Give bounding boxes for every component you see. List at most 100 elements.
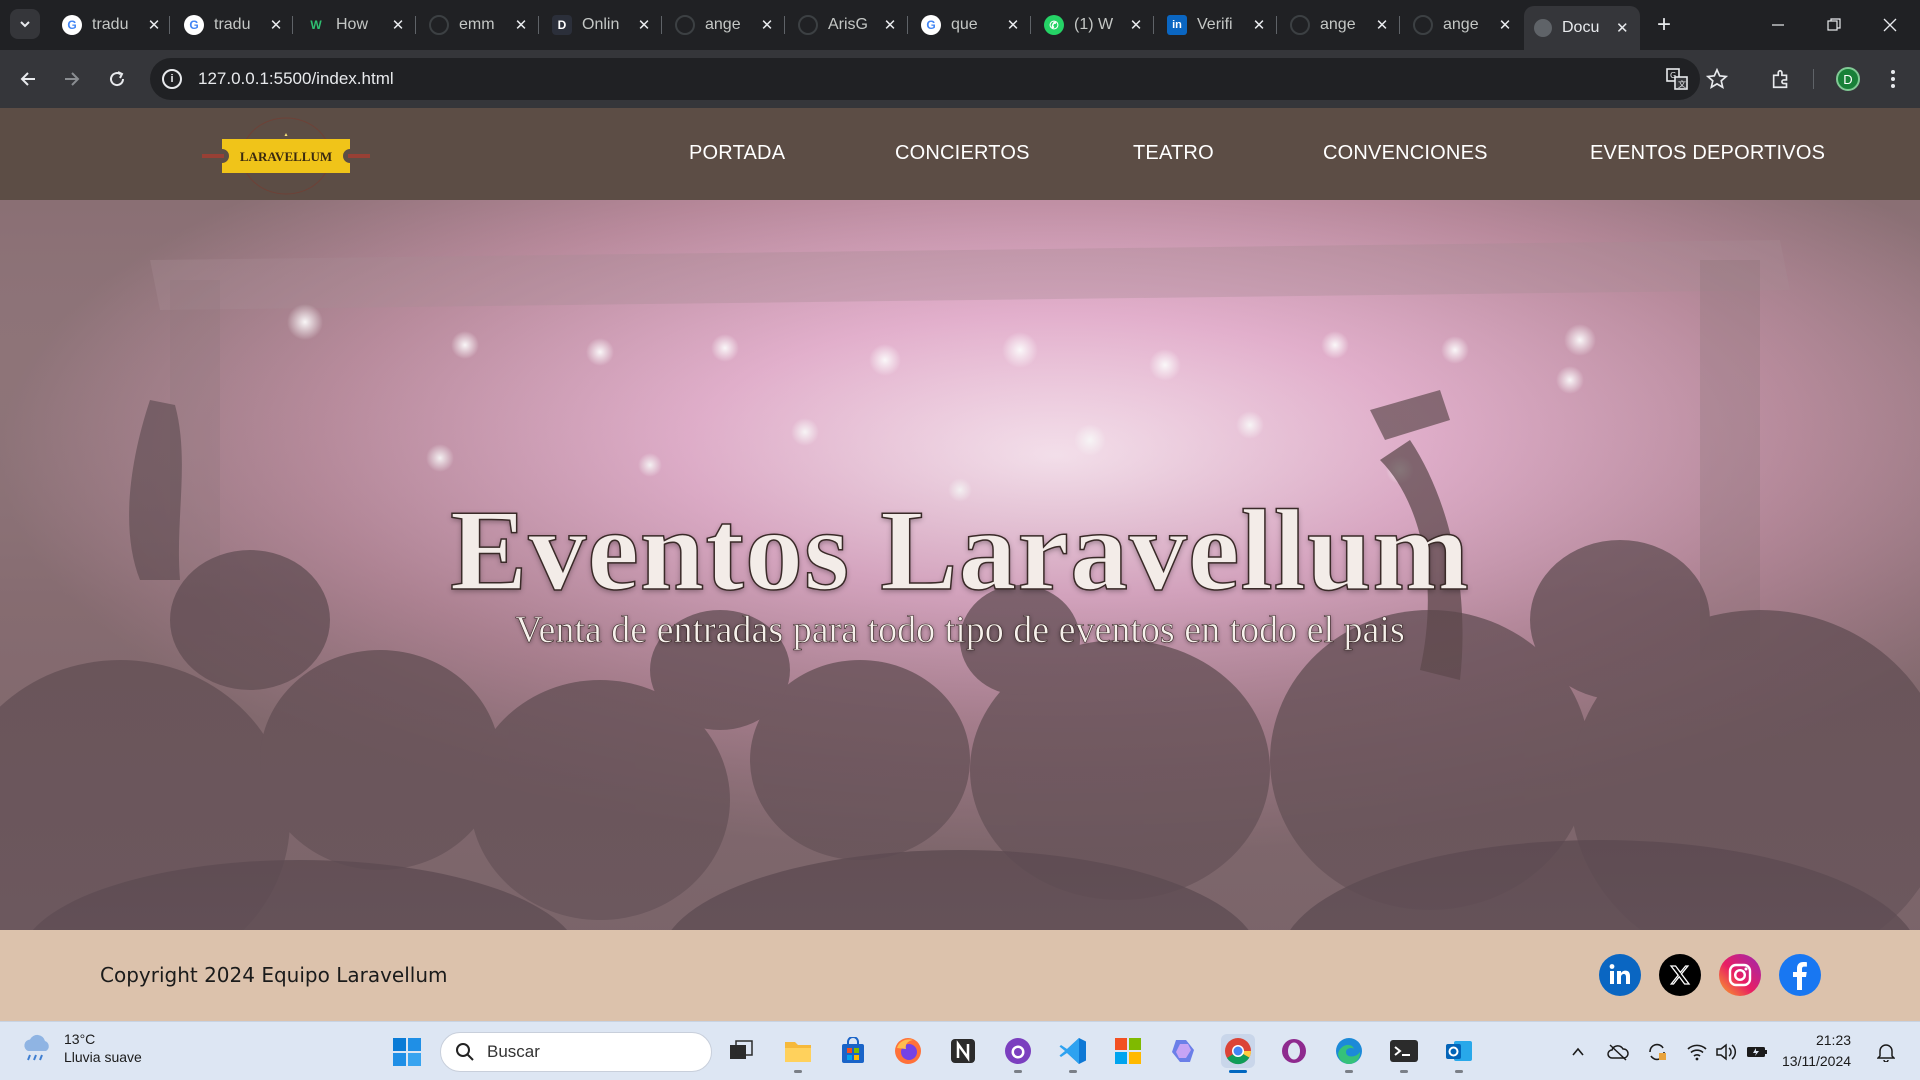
instagram-icon[interactable] xyxy=(1719,954,1761,996)
nav-link-eventos-deportivos[interactable]: EVENTOS DEPORTIVOS xyxy=(1590,142,1825,165)
notification-bell-icon[interactable] xyxy=(1874,1040,1898,1064)
close-icon[interactable]: ✕ xyxy=(390,17,406,34)
clock-time: 21:23 xyxy=(1815,1032,1852,1048)
back-button[interactable] xyxy=(10,61,46,97)
microsoft-store-icon[interactable] xyxy=(836,1034,870,1068)
firefox-icon[interactable] xyxy=(891,1034,925,1068)
edge-icon[interactable] xyxy=(1332,1034,1366,1073)
rain-cloud-icon xyxy=(24,1034,49,1061)
vscode-icon[interactable] xyxy=(1056,1034,1090,1073)
tab-title: ange xyxy=(1320,16,1356,33)
outlook-icon[interactable] xyxy=(1442,1034,1476,1073)
browser-tab[interactable]: emm ✕ xyxy=(419,6,539,44)
arrow-right-icon xyxy=(65,72,80,86)
browser-tab[interactable]: ✆ (1) W ✕ xyxy=(1034,6,1154,44)
browser-tab[interactable]: G tradu ✕ xyxy=(174,6,294,44)
linkedin-icon[interactable] xyxy=(1599,954,1641,996)
tab-search-button[interactable] xyxy=(10,9,40,39)
site-logo[interactable]: LARAVELLUM xyxy=(200,116,372,196)
browser-tab[interactable]: G que ✕ xyxy=(911,6,1031,44)
copyright-text: Copyright 2024 Equipo Laravellum xyxy=(100,963,448,987)
whatsapp-icon: ✆ xyxy=(1044,15,1064,35)
terminal-icon[interactable] xyxy=(1387,1034,1421,1073)
nav-link-portada[interactable]: PORTADA xyxy=(689,142,785,165)
github-desktop-icon[interactable] xyxy=(1001,1034,1035,1073)
close-icon[interactable]: ✕ xyxy=(636,17,652,34)
browser-tab[interactable]: ange ✕ xyxy=(1403,6,1523,44)
close-icon[interactable]: ✕ xyxy=(1374,17,1390,34)
browser-tab[interactable]: G tradu ✕ xyxy=(52,6,172,44)
search-icon xyxy=(456,1043,474,1061)
copilot-icon[interactable] xyxy=(1166,1034,1200,1068)
browser-toolbar: i 127.0.0.1:5500/index.html G文 D xyxy=(0,50,1920,108)
close-icon[interactable]: ✕ xyxy=(1497,17,1513,34)
github-icon xyxy=(798,15,818,35)
minimize-button[interactable] xyxy=(1750,0,1806,50)
github-icon xyxy=(1290,15,1310,35)
close-icon[interactable]: ✕ xyxy=(1251,17,1267,34)
reload-button[interactable] xyxy=(99,61,135,97)
close-icon[interactable]: ✕ xyxy=(513,17,529,34)
running-indicator xyxy=(1400,1070,1408,1073)
opera-icon[interactable] xyxy=(1277,1034,1311,1068)
close-window-button[interactable] xyxy=(1862,0,1918,50)
tab-title: tradu xyxy=(214,16,251,33)
google-g-icon: G xyxy=(62,15,82,35)
close-icon[interactable]: ✕ xyxy=(882,17,898,34)
nav-link-teatro[interactable]: TEATRO xyxy=(1133,142,1214,165)
system-clock[interactable]: 21:23 13/11/2024 xyxy=(1782,1030,1851,1072)
chevron-up-icon[interactable] xyxy=(1566,1040,1590,1064)
battery-charging-icon[interactable] xyxy=(1745,1040,1769,1064)
bookmark-star-icon[interactable] xyxy=(1703,65,1731,93)
restore-button[interactable] xyxy=(1806,0,1862,50)
browser-tab[interactable]: ange ✕ xyxy=(1280,6,1400,44)
nav-link-conciertos[interactable]: CONCIERTOS xyxy=(895,142,1030,165)
forward-button[interactable] xyxy=(54,61,90,97)
close-icon[interactable]: ✕ xyxy=(1005,17,1021,34)
sync-icon[interactable] xyxy=(1645,1040,1669,1064)
browser-tab-active[interactable]: Docu ✕ xyxy=(1524,6,1640,50)
file-explorer-icon[interactable] xyxy=(781,1034,815,1073)
translate-icon[interactable]: G文 xyxy=(1663,65,1691,93)
logo-text: LARAVELLUM xyxy=(240,149,332,164)
task-view-icon[interactable] xyxy=(724,1034,758,1068)
volume-icon[interactable] xyxy=(1714,1040,1738,1064)
weather-widget[interactable]: 13°C Lluvia suave xyxy=(20,1030,142,1066)
tab-separator xyxy=(661,16,662,34)
browser-tab[interactable]: D Onlin ✕ xyxy=(542,6,662,44)
taskbar-search[interactable]: Buscar xyxy=(440,1032,712,1072)
close-icon[interactable]: ✕ xyxy=(1615,20,1630,37)
nav-link-convenciones[interactable]: CONVENCIONES xyxy=(1323,142,1488,165)
wifi-icon[interactable] xyxy=(1685,1040,1709,1064)
notion-icon[interactable] xyxy=(946,1034,980,1068)
tab-title: Docu xyxy=(1562,19,1600,36)
extensions-icon[interactable] xyxy=(1767,65,1795,93)
browser-tab[interactable]: in Verifi ✕ xyxy=(1157,6,1277,44)
profile-avatar[interactable]: D xyxy=(1836,67,1860,91)
site-navbar: LARAVELLUM PORTADA CONCIERTOS TEATRO CON… xyxy=(0,108,1920,200)
running-indicator xyxy=(1455,1070,1463,1073)
windows-start-button[interactable] xyxy=(392,1037,422,1067)
chrome-icon[interactable] xyxy=(1221,1034,1255,1073)
kebab-menu-icon[interactable] xyxy=(1879,65,1907,93)
windows-logo-icon xyxy=(393,1038,421,1066)
browser-tab[interactable]: W How ✕ xyxy=(296,6,416,44)
chevron-down-icon xyxy=(20,21,30,28)
google-g-icon: G xyxy=(184,15,204,35)
url-text[interactable]: 127.0.0.1:5500/index.html xyxy=(198,69,394,89)
close-icon[interactable]: ✕ xyxy=(146,17,162,34)
svg-text:G: G xyxy=(1670,71,1676,80)
onedrive-offline-icon[interactable] xyxy=(1606,1040,1630,1064)
site-info-icon[interactable]: i xyxy=(162,69,182,89)
close-icon[interactable]: ✕ xyxy=(1128,17,1144,34)
browser-tab[interactable]: ange ✕ xyxy=(665,6,785,44)
microsoft-office-icon[interactable] xyxy=(1111,1034,1145,1068)
address-bar[interactable]: i 127.0.0.1:5500/index.html xyxy=(150,58,1700,100)
close-icon[interactable]: ✕ xyxy=(268,17,284,34)
x-icon[interactable] xyxy=(1659,954,1701,996)
close-icon[interactable]: ✕ xyxy=(759,17,775,34)
weather-temperature: 13°C xyxy=(64,1031,96,1047)
browser-tab[interactable]: ArisG ✕ xyxy=(788,6,908,44)
new-tab-button[interactable]: + xyxy=(1650,11,1678,39)
facebook-icon[interactable] xyxy=(1779,954,1821,996)
